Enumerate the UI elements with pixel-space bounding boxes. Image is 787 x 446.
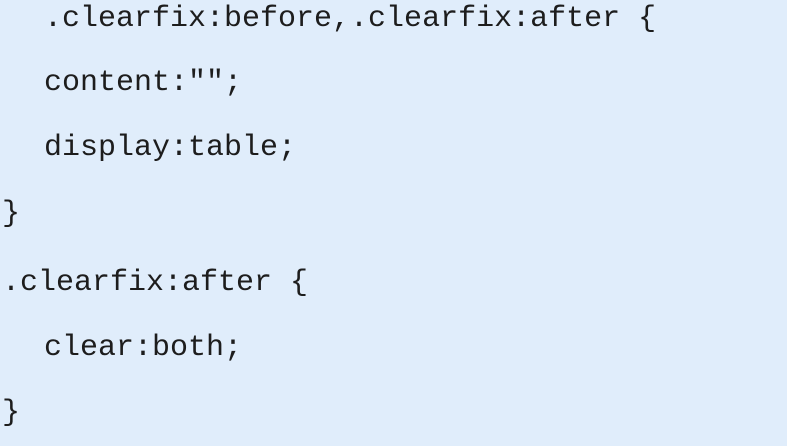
code-line-4: } <box>2 197 21 231</box>
code-line-3: display:table; <box>44 131 297 165</box>
code-line-6: clear:both; <box>44 331 243 365</box>
code-snippet-panel: .clearfix:before,.clearfix:after { conte… <box>0 0 787 446</box>
code-line-7: } <box>2 396 21 430</box>
code-line-5: .clearfix:after { <box>2 266 309 300</box>
code-line-1: .clearfix:before,.clearfix:after { <box>26 2 657 36</box>
code-line-2: content:""; <box>44 66 243 100</box>
